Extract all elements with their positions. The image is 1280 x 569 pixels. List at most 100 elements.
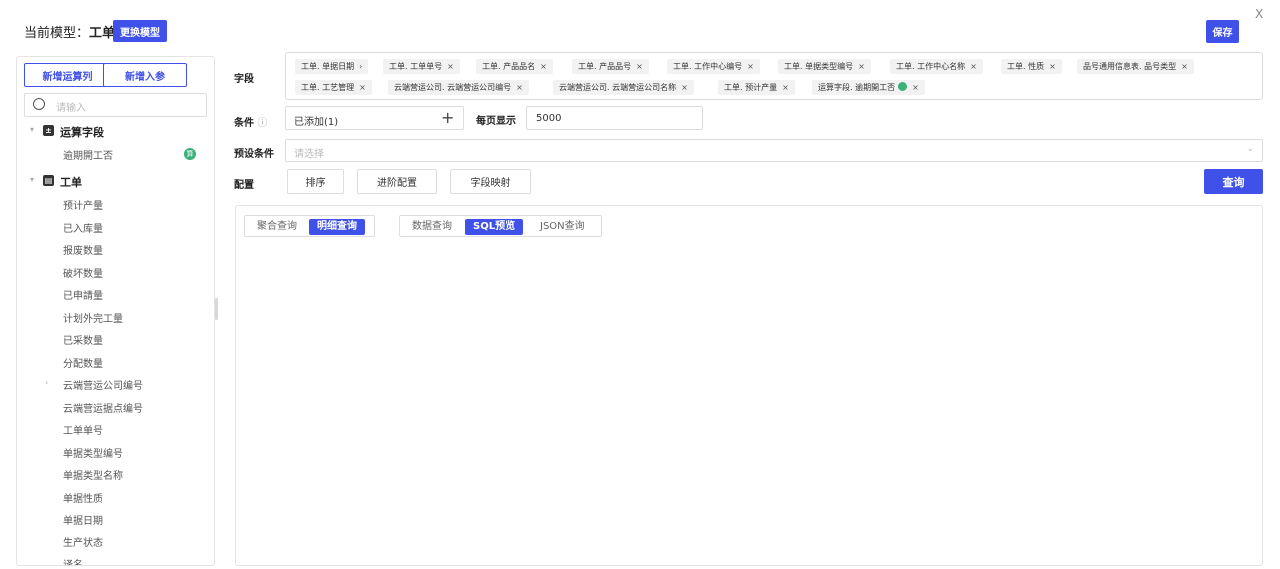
field-chip[interactable]: 工单. 工艺管理 × xyxy=(295,80,372,95)
add-icon[interactable]: + xyxy=(441,108,454,127)
chevron-right-icon[interactable]: › xyxy=(359,62,362,71)
chip-label: 工单. 性质 xyxy=(1007,62,1045,71)
fields-label: 字段 xyxy=(234,74,254,85)
save-button[interactable]: 保存 xyxy=(1206,20,1239,43)
tree-item-expandable[interactable]: › 云端营运公司编号 xyxy=(17,374,214,394)
chip-label: 工单. 单据类型编号 xyxy=(784,62,854,71)
tree-item[interactable]: 预计产量 xyxy=(17,194,214,214)
close-icon[interactable]: × xyxy=(447,62,454,71)
tree-item[interactable]: 已入库量 xyxy=(17,217,214,237)
field-chip[interactable]: 工单. 工作中心名称 × xyxy=(890,59,983,74)
preset-select[interactable]: 请选择 ⌄ xyxy=(285,139,1263,162)
field-chip[interactable]: 工单. 单据日期 › xyxy=(295,59,369,74)
collapse-caret-icon[interactable]: ▾ xyxy=(30,125,34,134)
search-input[interactable]: 请输入 xyxy=(56,99,86,114)
condition-label-text: 条件 xyxy=(234,118,254,129)
tree-item-label: 单据日期 xyxy=(63,516,103,527)
calc-badge-icon: 算 xyxy=(184,148,196,160)
tree-group-workorder[interactable]: ▾ ▤ 工单 xyxy=(17,171,214,191)
tree-item[interactable]: 单据类型编号 xyxy=(17,442,214,462)
info-icon: ⓘ xyxy=(257,118,268,129)
tree-group-label: 工单 xyxy=(60,176,82,189)
page-size-input[interactable]: 5000 xyxy=(526,106,703,130)
field-chip[interactable]: 运算字段. 逾期開工否 × xyxy=(812,80,925,95)
expand-caret-icon[interactable]: › xyxy=(45,378,48,387)
close-icon[interactable]: × xyxy=(359,83,366,92)
calc-field-icon: ± xyxy=(43,125,54,136)
close-icon[interactable]: × xyxy=(912,83,919,92)
chip-label: 工单. 工作中心编号 xyxy=(673,62,743,71)
field-chip[interactable]: 品号通用信息表. 品号类型 × xyxy=(1077,59,1194,74)
config-label: 配置 xyxy=(234,180,254,191)
tree-item[interactable]: 单据性质 xyxy=(17,487,214,507)
tree-item[interactable]: 报废数量 xyxy=(17,239,214,259)
collapse-caret-icon[interactable]: ▾ xyxy=(30,175,34,184)
tree-item-label: 工单单号 xyxy=(63,426,103,437)
tree-item[interactable]: 破坏数量 xyxy=(17,262,214,282)
field-chip[interactable]: 工单. 工作中心编号 × xyxy=(667,59,760,74)
tree-item[interactable]: 逾期開工否 算 xyxy=(17,144,214,164)
close-icon[interactable]: × xyxy=(540,62,547,71)
close-icon[interactable]: X xyxy=(1255,7,1263,21)
tree-item[interactable]: 生产状态 xyxy=(17,531,214,551)
tab-sql-preview[interactable]: SQL预览 xyxy=(465,219,524,235)
preset-placeholder: 请选择 xyxy=(294,149,324,160)
result-panel: 聚合查询 明细查询 数据查询 SQL预览 JSON查询 xyxy=(235,205,1263,566)
close-icon[interactable]: × xyxy=(636,62,643,71)
tree-item[interactable]: 计划外完工量 xyxy=(17,307,214,327)
chip-label: 工单. 预计产量 xyxy=(724,83,778,92)
close-icon[interactable]: × xyxy=(970,62,977,71)
fields-selector[interactable]: 工单. 单据日期 › 工单. 工单单号 × 工单. 产品品名 × 工单. 产品品号 × … xyxy=(285,52,1263,100)
tree-item[interactable]: 已申請量 xyxy=(17,284,214,304)
change-model-button[interactable]: 更换模型 xyxy=(113,20,167,42)
tree-item-label: 单据类型名称 xyxy=(63,471,123,482)
tree-item[interactable]: 译名 xyxy=(17,553,214,565)
sort-button[interactable]: 排序 xyxy=(287,169,344,194)
tab-json-query[interactable]: JSON查询 xyxy=(532,219,593,235)
field-chip[interactable]: 云端营运公司. 云端营运公司名称 × xyxy=(553,80,694,95)
field-chip[interactable]: 工单. 工单单号 × xyxy=(383,59,460,74)
close-icon[interactable]: × xyxy=(747,62,754,71)
chip-label: 云端营运公司. 云端营运公司名称 xyxy=(559,83,677,92)
tree-item[interactable]: 已采数量 xyxy=(17,329,214,349)
chip-label: 工单. 工艺管理 xyxy=(301,83,355,92)
field-chip[interactable]: 工单. 产品品号 × xyxy=(572,59,649,74)
condition-value: 已添加(1) xyxy=(294,117,339,128)
advanced-config-button[interactable]: 进阶配置 xyxy=(357,169,437,194)
close-icon[interactable]: × xyxy=(1049,62,1056,71)
tree-item[interactable]: 云端营运据点编号 xyxy=(17,397,214,417)
tree-item[interactable]: 单据日期 xyxy=(17,509,214,529)
field-chip[interactable]: 工单. 产品品名 × xyxy=(476,59,553,74)
tree-item[interactable]: 分配数量 xyxy=(17,352,214,372)
tab-detail[interactable]: 明细查询 xyxy=(309,219,365,235)
field-chip[interactable]: 云端营运公司. 云端营运公司编号 × xyxy=(388,80,529,95)
current-model: 当前模型：工单 xyxy=(24,22,115,41)
tree-item[interactable]: 工单单号 xyxy=(17,419,214,439)
close-icon[interactable]: × xyxy=(1181,62,1188,71)
chip-label: 工单. 工单单号 xyxy=(389,62,443,71)
tree-item[interactable]: 单据类型名称 xyxy=(17,464,214,484)
tab-aggregate[interactable]: 聚合查询 xyxy=(249,219,305,235)
resize-handle[interactable] xyxy=(215,298,218,320)
add-param-button[interactable]: 新增入参 xyxy=(103,63,187,87)
condition-field[interactable]: 已添加(1) + xyxy=(285,106,464,130)
tab-data-query[interactable]: 数据查询 xyxy=(404,219,460,235)
tree-item-label: 报废数量 xyxy=(63,246,103,257)
search-box[interactable]: 请输入 xyxy=(24,93,207,117)
field-chip[interactable]: 工单. 预计产量 × xyxy=(718,80,795,95)
close-icon[interactable]: × xyxy=(782,83,789,92)
field-chip[interactable]: 工单. 性质 × xyxy=(1001,59,1062,74)
field-chip[interactable]: 工单. 单据类型编号 × xyxy=(778,59,871,74)
query-button[interactable]: 查询 xyxy=(1204,169,1263,194)
add-calc-column-button[interactable]: 新增运算列 xyxy=(24,63,111,87)
chip-label: 云端营运公司. 云端营运公司编号 xyxy=(394,83,512,92)
close-icon[interactable]: × xyxy=(681,83,688,92)
tree-item-label: 计划外完工量 xyxy=(63,314,123,325)
search-icon xyxy=(33,98,45,110)
close-icon[interactable]: × xyxy=(858,62,865,71)
field-mapping-button[interactable]: 字段映射 xyxy=(450,169,531,194)
chip-label: 工单. 产品品号 xyxy=(578,62,632,71)
chevron-down-icon: ⌄ xyxy=(1246,144,1254,154)
close-icon[interactable]: × xyxy=(516,83,523,92)
tree-group-calc[interactable]: ▾ ± 运算字段 xyxy=(17,121,214,141)
